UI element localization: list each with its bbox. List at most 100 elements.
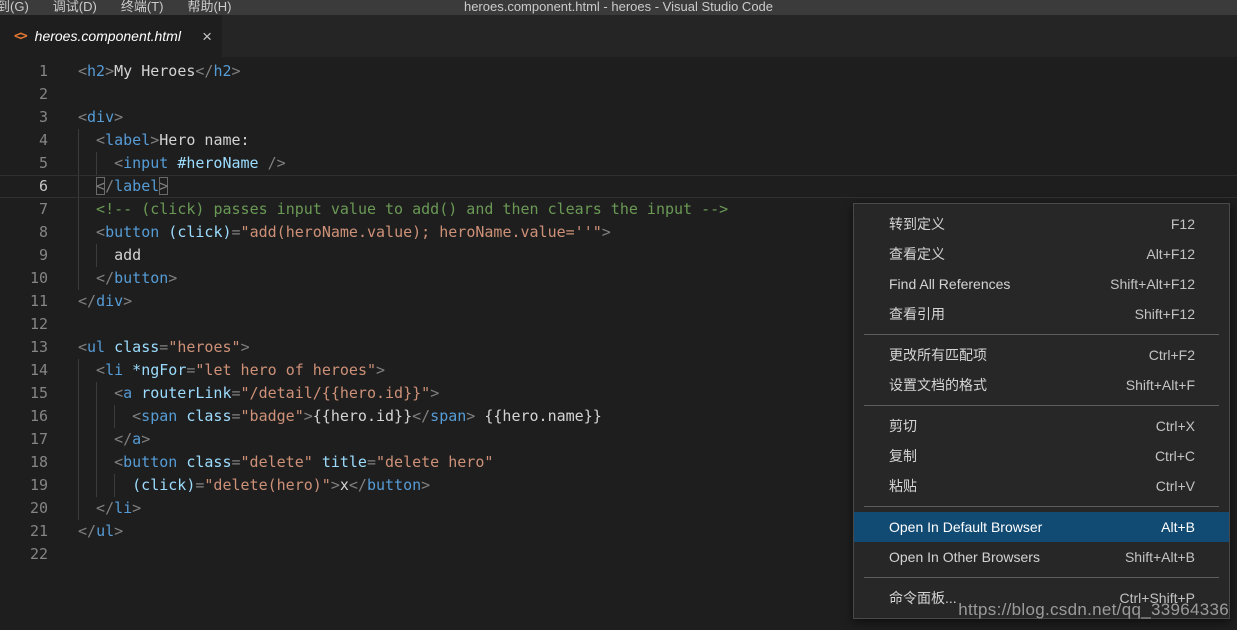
code-token: = (367, 453, 376, 471)
code-token: "add(heroName.value); heroName.value=''" (241, 223, 602, 241)
code-token: ul (87, 338, 105, 356)
menu-item-peek-references[interactable]: 查看引用Shift+F12 (854, 299, 1229, 329)
menu-item-shortcut: Ctrl+F2 (1149, 347, 1195, 363)
indent-guide (78, 129, 96, 152)
code-line-content: </label> (78, 176, 168, 197)
code-token: a (132, 430, 141, 448)
code-token (105, 338, 114, 356)
line-number[interactable]: 22 (0, 543, 48, 566)
code-token: > (114, 108, 123, 126)
line-number[interactable]: 5 (0, 152, 48, 175)
line-number[interactable]: 21 (0, 520, 48, 543)
indent-guide (78, 474, 96, 497)
menubar-item-help[interactable]: 帮助(H) (175, 0, 243, 15)
indent-guide (96, 451, 114, 474)
code-token: > (466, 407, 475, 425)
line-number[interactable]: 16 (0, 405, 48, 428)
code-token: = (231, 407, 240, 425)
code-token: "badge" (241, 407, 304, 425)
line-number[interactable]: 14 (0, 359, 48, 382)
code-token (168, 154, 177, 172)
menu-item-label: 转到定义 (889, 214, 945, 234)
code-line-content: <span class="badge">{{hero.id}}</span> {… (78, 405, 602, 428)
line-number[interactable]: 13 (0, 336, 48, 359)
line-number[interactable]: 6 (0, 176, 48, 197)
code-token: x (340, 476, 349, 494)
line-number[interactable]: 19 (0, 474, 48, 497)
tab-close-icon[interactable]: × (202, 28, 212, 45)
menu-item-paste[interactable]: 粘贴 Ctrl+V (854, 471, 1229, 501)
line-number[interactable]: 7 (0, 198, 48, 221)
html-file-icon: <> (14, 29, 26, 44)
menu-item-shortcut: Ctrl+V (1156, 478, 1195, 494)
line-number[interactable]: 18 (0, 451, 48, 474)
line-number[interactable]: 1 (0, 60, 48, 83)
code-token: < (96, 223, 105, 241)
menu-item-label: 剪切 (889, 416, 917, 436)
menu-item-find-all-references[interactable]: Find All ReferencesShift+Alt+F12 (854, 269, 1229, 299)
line-number[interactable]: 17 (0, 428, 48, 451)
menubar-item-go[interactable]: 到(G) (0, 0, 41, 15)
code-token: class (186, 407, 231, 425)
code-token: > (241, 338, 250, 356)
menu-item-shortcut: Ctrl+X (1156, 418, 1195, 434)
line-number[interactable]: 4 (0, 129, 48, 152)
line-number[interactable]: 10 (0, 267, 48, 290)
menu-item-open-in-default-browser[interactable]: Open In Default BrowserAlt+B (854, 512, 1229, 542)
code-token: #heroName (177, 154, 258, 172)
code-line-content: <input #heroName /> (78, 152, 286, 175)
code-line[interactable]: 1<h2>My Heroes</h2> (0, 60, 1237, 83)
menu-item-copy[interactable]: 复制Ctrl+C (854, 441, 1229, 471)
menu-item-change-all-occurrences[interactable]: 更改所有匹配项Ctrl+F2 (854, 340, 1229, 370)
line-number[interactable]: 15 (0, 382, 48, 405)
menu-item-label: 查看引用 (889, 304, 945, 324)
code-token: "heroes" (168, 338, 240, 356)
code-line-content: <li *ngFor="let hero of heroes"> (78, 359, 385, 382)
indent-guide (78, 198, 96, 221)
line-number[interactable]: 9 (0, 244, 48, 267)
line-number[interactable]: 11 (0, 290, 48, 313)
menu-item-open-in-other-browsers[interactable]: Open In Other BrowsersShift+Alt+B (854, 542, 1229, 572)
code-token: > (304, 407, 313, 425)
title-bar: 到(G) 调试(D) 终端(T) 帮助(H) heroes.component.… (0, 0, 1237, 15)
tab-filename: heroes.component.html (35, 28, 194, 44)
code-line[interactable]: 3<div> (0, 106, 1237, 129)
menu-item-go-to-definition[interactable]: 转到定义F12 (854, 209, 1229, 239)
line-number[interactable]: 8 (0, 221, 48, 244)
code-line[interactable]: 2 (0, 83, 1237, 106)
code-token: > (376, 361, 385, 379)
menu-item-label: 粘贴 (889, 476, 917, 496)
code-line[interactable]: 4<label>Hero name: (0, 129, 1237, 152)
line-number[interactable]: 3 (0, 106, 48, 129)
tab-heroes-component-html[interactable]: <> heroes.component.html × (0, 15, 223, 57)
code-token: /> (268, 154, 286, 172)
menubar-item-debug[interactable]: 调试(D) (41, 0, 109, 15)
code-token: = (232, 453, 241, 471)
code-token: button (105, 223, 159, 241)
indent-guide (96, 474, 114, 497)
code-token: button (367, 476, 421, 494)
indent-guide (78, 244, 96, 267)
code-token: routerLink (141, 384, 231, 402)
line-number[interactable]: 12 (0, 313, 48, 336)
line-number[interactable]: 2 (0, 83, 48, 106)
code-token: title (322, 453, 367, 471)
menu-item-shortcut: Ctrl+C (1155, 448, 1195, 464)
menubar-item-terminal[interactable]: 终端(T) (109, 0, 176, 15)
code-line-content: <ul class="heroes"> (78, 336, 250, 359)
code-token: > (232, 62, 241, 80)
code-token: div (87, 108, 114, 126)
code-token: </ (195, 62, 213, 80)
menu-item-cut[interactable]: 剪切 Ctrl+X (854, 411, 1229, 441)
line-number[interactable]: 20 (0, 497, 48, 520)
menu-separator (864, 405, 1219, 406)
menu-item-peek-definition[interactable]: 查看定义Alt+F12 (854, 239, 1229, 269)
code-token (259, 154, 268, 172)
code-line[interactable]: 6 </label> (0, 175, 1237, 198)
indent-guide (96, 152, 114, 175)
menu-separator (864, 577, 1219, 578)
code-line[interactable]: 5 <input #heroName /> (0, 152, 1237, 175)
code-token: a (123, 384, 132, 402)
menu-item-format-document[interactable]: 设置文档的格式Shift+Alt+F (854, 370, 1229, 400)
code-token: > (602, 223, 611, 241)
